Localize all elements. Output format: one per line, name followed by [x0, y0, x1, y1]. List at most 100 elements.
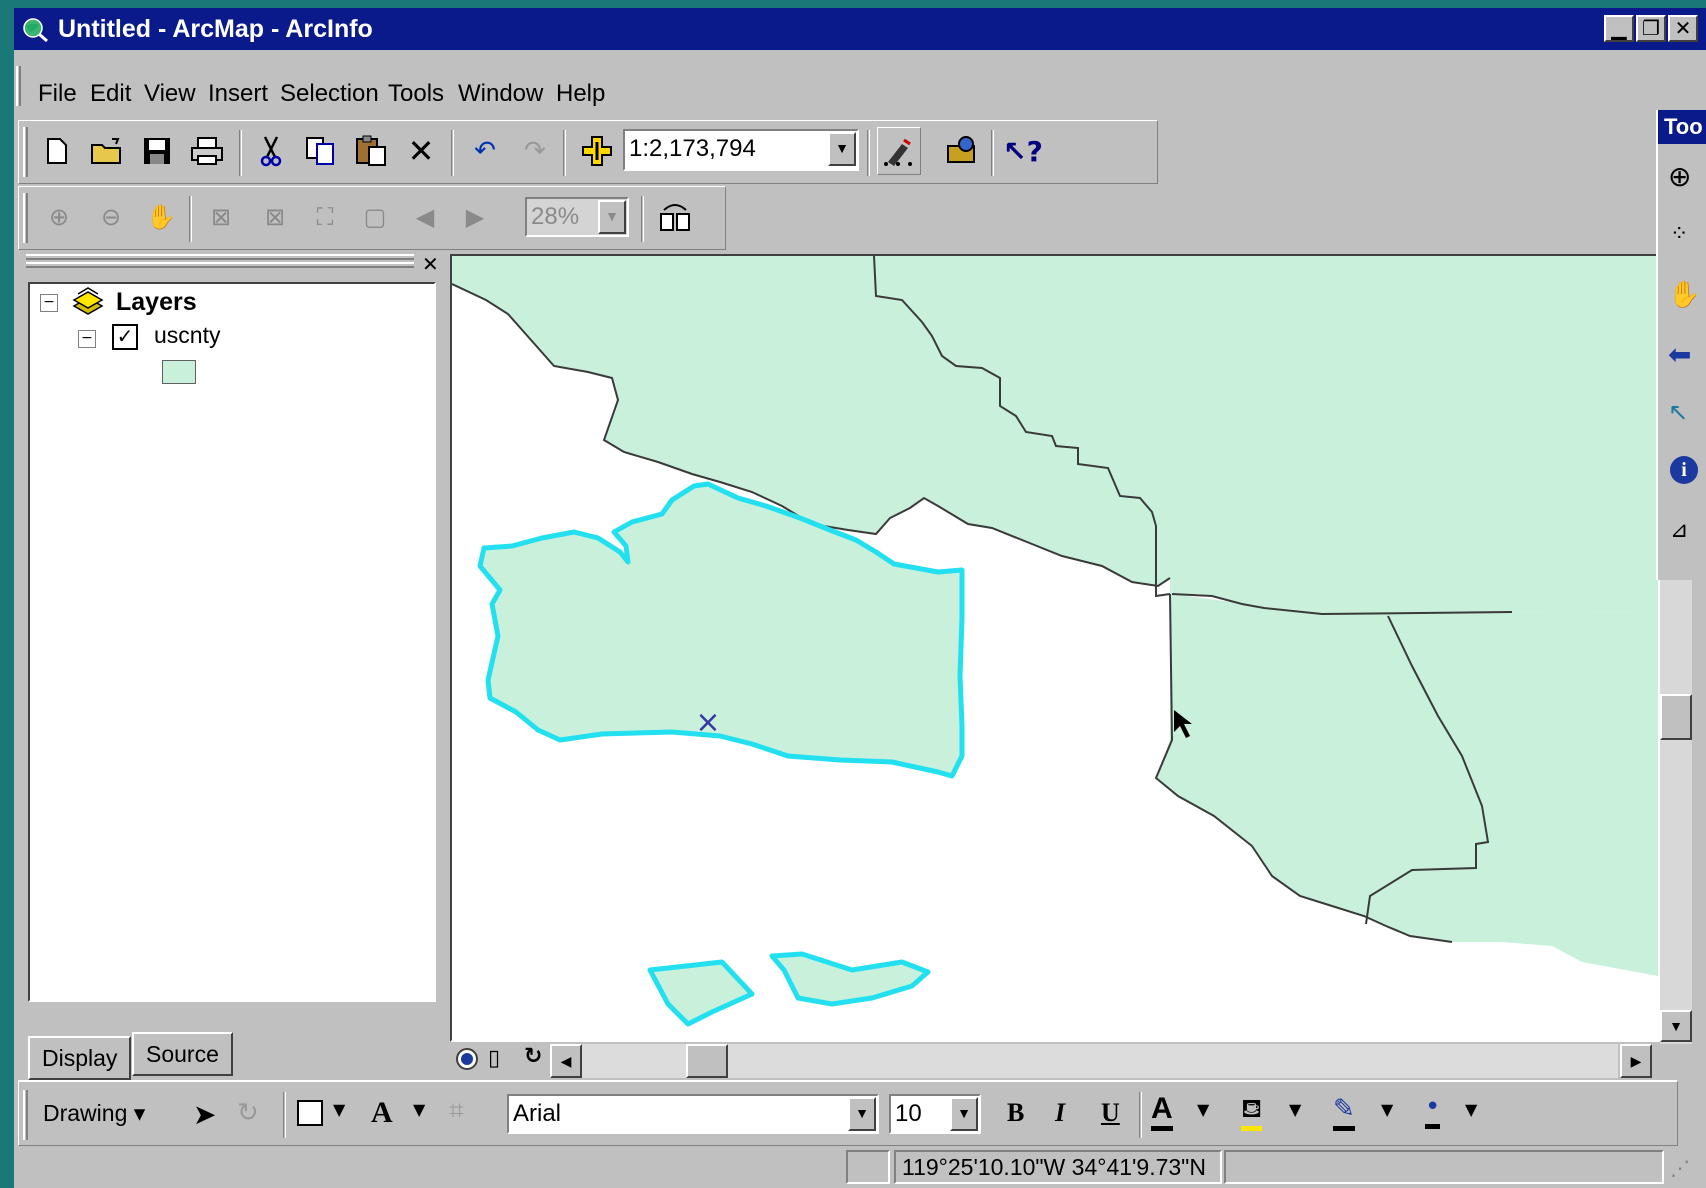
- identify-icon[interactable]: i: [1670, 456, 1698, 484]
- measure-icon[interactable]: ⊿: [1670, 518, 1688, 543]
- edit-vertices-icon[interactable]: ⌗: [449, 1096, 464, 1127]
- fill-color-icon[interactable]: ⛾: [1241, 1092, 1263, 1131]
- full-extent-icon[interactable]: ⁘: [1670, 222, 1688, 247]
- chevron-down-icon[interactable]: ▼: [848, 1097, 876, 1131]
- font-name-combo[interactable]: Arial ▼: [507, 1094, 879, 1134]
- scroll-left-icon[interactable]: ◀: [550, 1044, 582, 1078]
- zoom-100-icon[interactable]: ⊠: [253, 193, 297, 241]
- redo-icon[interactable]: ↷: [513, 127, 557, 175]
- layer-symbol-swatch[interactable]: [162, 360, 196, 384]
- paste-icon[interactable]: [349, 127, 393, 175]
- line-color-icon[interactable]: ✎: [1333, 1092, 1355, 1131]
- chevron-down-icon[interactable]: ▼: [1197, 1100, 1209, 1119]
- save-icon[interactable]: [135, 127, 179, 175]
- arcmap-app-icon[interactable]: [20, 16, 50, 42]
- chevron-down-icon[interactable]: ▼: [413, 1100, 425, 1119]
- layer-visibility-checkbox[interactable]: ✓: [112, 324, 138, 350]
- menu-view[interactable]: View: [144, 80, 196, 108]
- layout-view-icon[interactable]: ▯: [488, 1046, 500, 1071]
- map-canvas[interactable]: ×: [452, 256, 1658, 1040]
- chevron-down-icon[interactable]: ▼: [598, 200, 626, 234]
- new-text-icon[interactable]: A: [371, 1096, 393, 1130]
- fixed-zoom-out-icon[interactable]: ▢: [353, 193, 397, 241]
- font-color-icon[interactable]: A: [1151, 1092, 1173, 1131]
- chevron-down-icon[interactable]: ▼: [950, 1097, 978, 1131]
- toolbar-grip[interactable]: [23, 1090, 28, 1140]
- menu-grip[interactable]: [16, 66, 21, 106]
- pan-icon[interactable]: ✋: [1668, 280, 1700, 310]
- scroll-right-icon[interactable]: ▶: [1620, 1044, 1652, 1078]
- island-polygons[interactable]: [647, 951, 931, 1027]
- undo-icon[interactable]: ↶: [463, 127, 507, 175]
- zoom-in-page-icon[interactable]: ⊕: [37, 193, 81, 241]
- underline-button[interactable]: U: [1101, 1098, 1120, 1128]
- menu-edit[interactable]: Edit: [90, 80, 131, 108]
- tools-toolbar-title[interactable]: Too: [1658, 110, 1706, 144]
- drawing-menu-button[interactable]: Drawing ▾: [43, 1100, 145, 1127]
- back-extent-icon[interactable]: ⬅: [1668, 338, 1691, 371]
- refresh-icon[interactable]: ↻: [524, 1044, 542, 1069]
- menu-tools[interactable]: Tools: [388, 80, 444, 108]
- scroll-down-icon[interactable]: ▼: [1660, 1010, 1692, 1042]
- menu-window[interactable]: Window: [458, 80, 543, 108]
- toolbar-grip[interactable]: [23, 127, 28, 177]
- chevron-down-icon[interactable]: ▼: [333, 1100, 345, 1119]
- layer-label[interactable]: uscnty: [154, 322, 220, 349]
- menu-selection[interactable]: Selection: [280, 80, 379, 108]
- data-view-icon[interactable]: [456, 1048, 478, 1070]
- editor-icon[interactable]: [877, 127, 921, 175]
- tab-display[interactable]: Display: [28, 1036, 132, 1080]
- delete-icon[interactable]: ✕: [399, 127, 443, 175]
- add-data-icon[interactable]: [575, 127, 619, 175]
- bold-button[interactable]: B: [1007, 1098, 1024, 1128]
- rectangle-icon[interactable]: [297, 1100, 323, 1126]
- map-display[interactable]: ×: [450, 254, 1660, 1042]
- close-button[interactable]: ✕: [1668, 15, 1698, 42]
- resize-grip-icon[interactable]: ⋰: [1670, 1156, 1690, 1180]
- print-icon[interactable]: [185, 127, 229, 175]
- menu-insert[interactable]: Insert: [208, 80, 268, 108]
- whats-this-icon[interactable]: ↖?: [1001, 127, 1045, 175]
- scroll-thumb[interactable]: [686, 1044, 728, 1078]
- cut-icon[interactable]: [249, 127, 293, 175]
- arctoolbox-icon[interactable]: [939, 127, 983, 175]
- fixed-zoom-in-icon[interactable]: ⛶: [303, 193, 347, 241]
- menu-help[interactable]: Help: [556, 80, 605, 108]
- select-features-icon[interactable]: ↖: [1668, 398, 1688, 426]
- toc-grip[interactable]: [26, 262, 414, 268]
- chevron-down-icon[interactable]: ▼: [1289, 1100, 1301, 1119]
- minimize-button[interactable]: ▁: [1604, 15, 1634, 42]
- pan-page-icon[interactable]: ✋: [139, 193, 183, 241]
- chevron-down-icon[interactable]: ▼: [1381, 1100, 1393, 1119]
- font-size-combo[interactable]: 10 ▼: [889, 1094, 981, 1134]
- tab-source[interactable]: Source: [132, 1032, 233, 1076]
- map-scale-combo[interactable]: 1:2,173,794 ▼: [623, 129, 859, 171]
- zoom-whole-page-icon[interactable]: ⊠: [199, 193, 243, 241]
- maximize-button[interactable]: ❐: [1636, 15, 1666, 42]
- italic-button[interactable]: I: [1055, 1098, 1065, 1128]
- toc-grip[interactable]: [26, 254, 414, 260]
- page-zoom-combo[interactable]: 28% ▼: [525, 197, 629, 237]
- menu-file[interactable]: File: [38, 80, 77, 108]
- map-horizontal-scrollbar[interactable]: [582, 1044, 1618, 1078]
- select-elements-icon[interactable]: ➤: [193, 1098, 216, 1131]
- chevron-down-icon[interactable]: ▼: [828, 132, 856, 166]
- copy-icon[interactable]: [299, 127, 343, 175]
- marker-color-icon[interactable]: •: [1425, 1090, 1441, 1129]
- new-icon[interactable]: [35, 127, 79, 175]
- zoom-out-page-icon[interactable]: ⊖: [89, 193, 133, 241]
- back-extent-icon[interactable]: ◀: [403, 193, 447, 241]
- collapse-icon[interactable]: −: [40, 294, 58, 312]
- rotate-icon[interactable]: ↻: [237, 1098, 259, 1128]
- forward-extent-icon[interactable]: ▶: [453, 193, 497, 241]
- toc-close-icon[interactable]: ✕: [422, 252, 439, 276]
- collapse-icon[interactable]: −: [78, 330, 96, 348]
- selected-county[interactable]: ×: [477, 481, 965, 779]
- chevron-down-icon[interactable]: ▼: [1465, 1100, 1477, 1119]
- zoom-in-icon[interactable]: ⊕: [1668, 160, 1691, 193]
- open-icon[interactable]: [85, 127, 129, 175]
- data-frame-label[interactable]: Layers: [116, 288, 197, 317]
- change-layout-icon[interactable]: [653, 193, 697, 241]
- scroll-thumb[interactable]: [1660, 694, 1692, 740]
- toolbar-grip[interactable]: [23, 193, 28, 243]
